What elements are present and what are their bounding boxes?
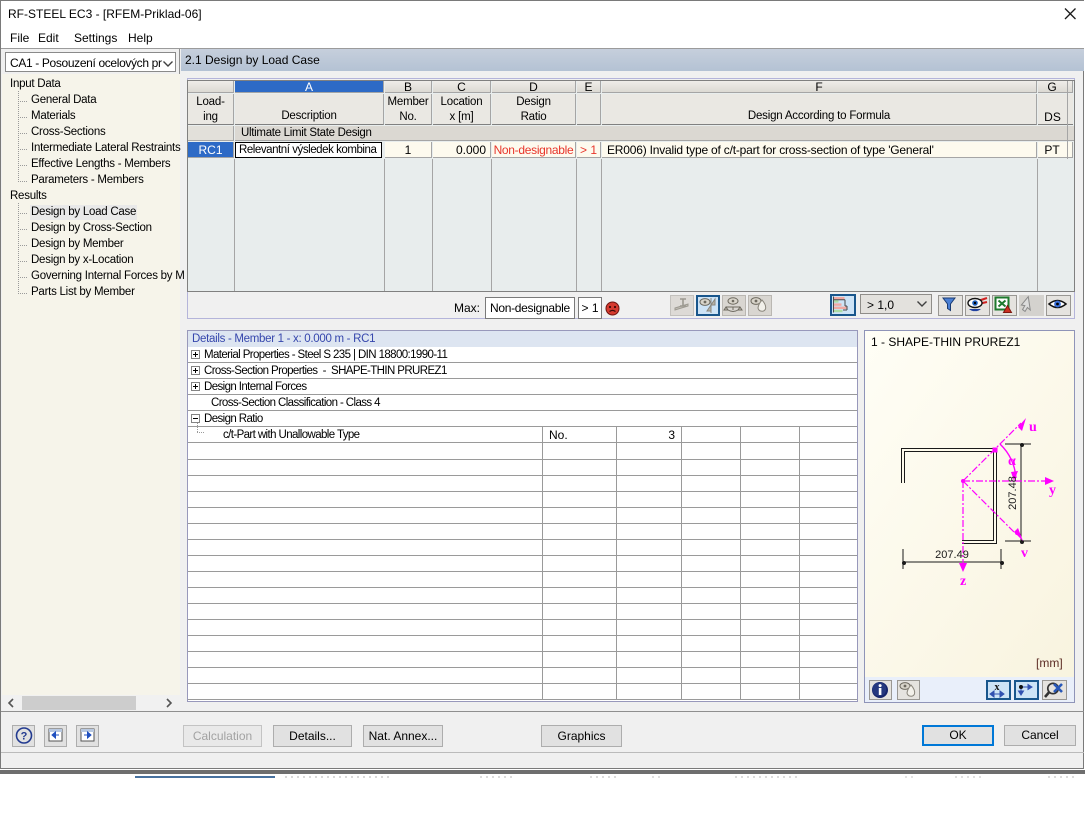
- svg-text:z: z: [960, 574, 966, 589]
- svg-text:α: α: [1008, 454, 1016, 469]
- svg-text:y: y: [1049, 483, 1056, 498]
- svg-text:x: x: [995, 682, 1000, 693]
- svg-text:207.48: 207.48: [1007, 476, 1019, 510]
- svg-text:207.49: 207.49: [935, 549, 969, 561]
- svg-text:v: v: [1021, 546, 1028, 561]
- svg-text:u: u: [1029, 420, 1037, 435]
- svg-text:?: ?: [20, 731, 27, 743]
